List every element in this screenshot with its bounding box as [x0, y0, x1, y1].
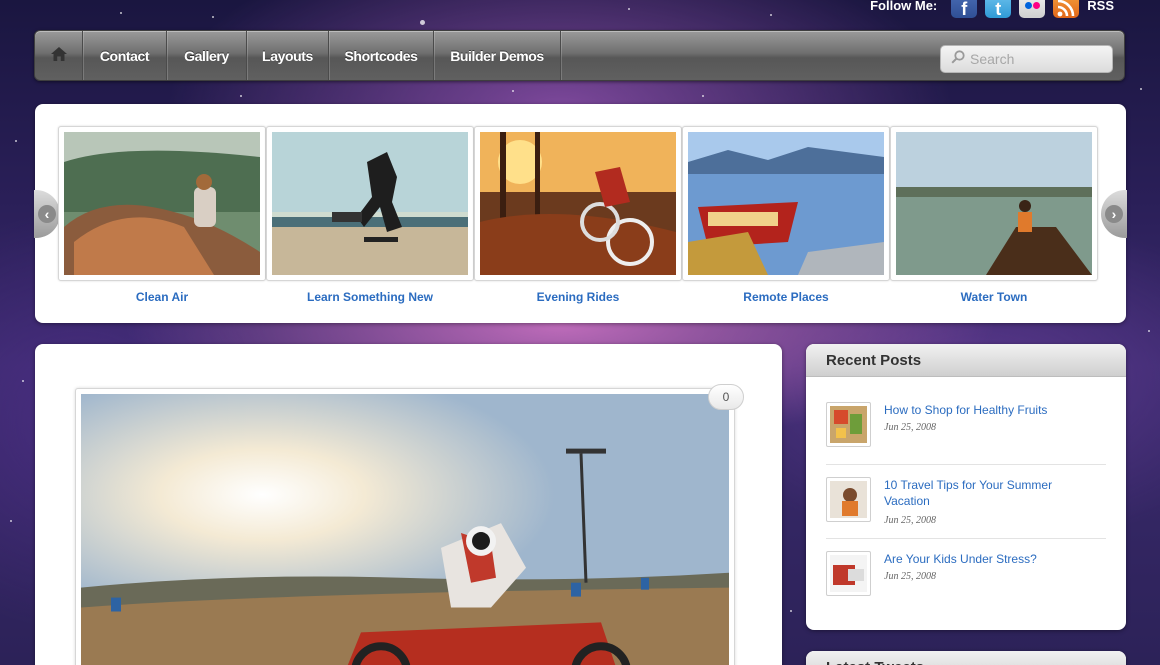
search-icon	[951, 49, 965, 69]
recent-post-thumbnail[interactable]	[826, 402, 871, 447]
divider	[826, 464, 1106, 465]
post-image-frame[interactable]	[75, 388, 735, 665]
recent-post-link[interactable]: Are Your Kids Under Stress?	[884, 551, 1099, 567]
main-nav: Contact Gallery Layouts Shortcodes Build…	[34, 30, 1125, 81]
slide-item[interactable]: Evening Rides	[474, 126, 682, 304]
chevron-right-icon: ›	[1105, 205, 1123, 223]
nav-home[interactable]	[35, 31, 83, 80]
rss-link[interactable]: RSS	[1087, 0, 1114, 13]
nav-item-contact[interactable]: Contact	[83, 31, 167, 80]
slide-image	[896, 132, 1092, 275]
slide-item[interactable]: Water Town	[890, 126, 1098, 304]
recent-post-date: Jun 25, 2008	[884, 422, 936, 433]
recent-post-thumbnail[interactable]	[826, 477, 871, 522]
chevron-left-icon: ‹	[38, 205, 56, 223]
home-icon	[50, 46, 68, 65]
slide-image	[480, 132, 676, 275]
comment-count-badge[interactable]: 0	[708, 384, 744, 410]
recent-post-link[interactable]: How to Shop for Healthy Fruits	[884, 402, 1099, 418]
slide-item[interactable]: Remote Places	[682, 126, 890, 304]
slide-caption[interactable]: Evening Rides	[474, 290, 682, 304]
recent-post-image	[830, 406, 867, 443]
recent-post-link[interactable]: 10 Travel Tips for Your Summer Vacation	[884, 477, 1099, 509]
slide-item[interactable]: Learn Something New	[266, 126, 474, 304]
post-image	[81, 394, 729, 665]
recent-post-item[interactable]: How to Shop for Healthy Fruits Jun 25, 2…	[826, 402, 1106, 452]
recent-post-date: Jun 25, 2008	[884, 515, 936, 526]
nav-item-layouts[interactable]: Layouts	[247, 31, 329, 80]
widget-title: Recent Posts	[806, 344, 1126, 377]
slide-image-frame	[58, 126, 266, 281]
recent-post-image	[830, 481, 867, 518]
facebook-icon[interactable]: f	[951, 0, 978, 18]
nav-item-shortcodes[interactable]: Shortcodes	[329, 31, 434, 80]
recent-post-date: Jun 25, 2008	[884, 571, 936, 582]
social-follow-bar: Follow Me: f t RSS	[870, 0, 1114, 18]
recent-post-item[interactable]: 10 Travel Tips for Your Summer Vacation …	[826, 477, 1106, 537]
slide-image-frame	[474, 126, 682, 281]
recent-post-thumbnail[interactable]	[826, 551, 871, 596]
nav-item-gallery[interactable]: Gallery	[167, 31, 247, 80]
slide-image	[64, 132, 260, 275]
slide-item[interactable]: Clean Air	[58, 126, 266, 304]
slider-prev-button[interactable]: ‹	[34, 190, 60, 238]
recent-post-image	[830, 555, 867, 592]
featured-slider: ‹ Clean Air Learn Something New Evening …	[34, 104, 1127, 323]
slide-image-frame	[890, 126, 1098, 281]
divider	[826, 538, 1106, 539]
latest-tweets-widget: Latest Tweets	[806, 651, 1126, 665]
follow-label: Follow Me:	[870, 0, 938, 13]
recent-post-item[interactable]: Are Your Kids Under Stress? Jun 25, 2008	[826, 551, 1106, 601]
slider-next-button[interactable]: ›	[1101, 190, 1127, 238]
twitter-icon[interactable]: t	[985, 0, 1012, 18]
nav-item-builder-demos[interactable]: Builder Demos	[434, 31, 561, 80]
flickr-icon[interactable]	[1019, 0, 1046, 18]
rss-icon[interactable]	[1053, 0, 1080, 18]
slide-image	[272, 132, 468, 275]
slide-caption[interactable]: Water Town	[890, 290, 1098, 304]
slide-image-frame	[266, 126, 474, 281]
slide-caption[interactable]: Remote Places	[682, 290, 890, 304]
widget-title: Latest Tweets	[806, 651, 1126, 665]
search-box[interactable]	[940, 45, 1113, 73]
slide-caption[interactable]: Learn Something New	[266, 290, 474, 304]
slide-image	[688, 132, 884, 275]
featured-post: 0	[35, 344, 782, 665]
slide-image-frame	[682, 126, 890, 281]
search-input[interactable]	[970, 51, 1100, 67]
recent-posts-widget: Recent Posts How to Shop for Healthy Fru…	[806, 344, 1126, 630]
slide-caption[interactable]: Clean Air	[58, 290, 266, 304]
